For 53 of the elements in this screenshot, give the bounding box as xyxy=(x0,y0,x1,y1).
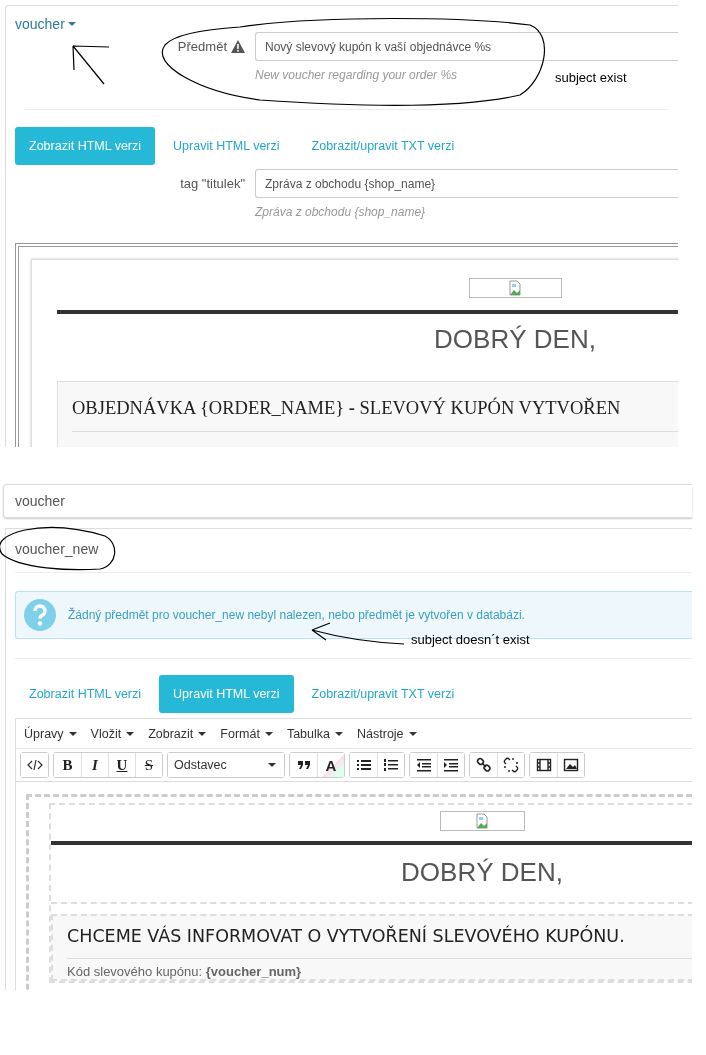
caret-icon xyxy=(67,22,76,26)
order-heading: OBJEDNÁVKA {ORDER_NAME} - SLEVOVÝ KUPÓN VYTVOŘEN xyxy=(72,398,678,432)
broken-image-icon xyxy=(474,813,490,829)
format-dropdown[interactable]: Odstavec xyxy=(168,753,284,777)
outdent-icon xyxy=(415,757,432,773)
question-icon xyxy=(24,599,56,631)
field-label: Předmět xyxy=(177,39,227,54)
menu-item[interactable]: Nástroje xyxy=(357,726,417,741)
textcolor-button[interactable]: A xyxy=(317,753,344,777)
video-icon xyxy=(535,757,552,773)
caret-icon xyxy=(68,731,77,736)
menu-item[interactable]: Zobrazit xyxy=(148,726,207,741)
menu-item[interactable]: Tabulka xyxy=(286,726,343,741)
caret-icon xyxy=(198,731,207,736)
alert-text: Žádný předmět pro voucher_new nebyl nalezen, nebo předmět je vytvořen v databázi. xyxy=(68,608,525,622)
indent-button[interactable] xyxy=(437,753,464,777)
menu-item[interactable]: Úpravy xyxy=(24,726,77,741)
annotation-arrow xyxy=(72,45,110,85)
annotation-text: subject exist xyxy=(555,70,627,85)
unlink-button[interactable] xyxy=(497,753,524,777)
bullets-icon xyxy=(355,757,372,773)
numbers-button[interactable] xyxy=(377,753,404,777)
indent-icon xyxy=(443,757,459,773)
code-icon xyxy=(26,757,43,773)
annotation-text: subject doesn´t exist xyxy=(411,632,530,647)
warning-icon xyxy=(231,40,245,53)
image-button[interactable] xyxy=(557,753,584,777)
title-field[interactable]: Zpráva z obchodu {shop_name} xyxy=(255,169,678,198)
template-item[interactable]: voucher xyxy=(3,484,692,518)
greeting-heading: DOBRÝ DEN, xyxy=(433,324,597,355)
field-label: tag "titulek" xyxy=(180,176,245,191)
greeting-heading: DOBRÝ DEN, xyxy=(51,857,692,904)
strike-button[interactable]: S xyxy=(135,753,162,777)
caret-icon xyxy=(335,731,343,736)
subject-field[interactable]: Nový slevový kupón k vaší objednávce %s xyxy=(255,32,678,61)
menu-item[interactable]: Formát xyxy=(220,726,273,741)
caret-icon xyxy=(126,731,135,736)
voucher-code-text: Kód slevového kupónu: {voucher_num} xyxy=(67,964,303,979)
field-hint: New voucher regarding your order %s xyxy=(255,68,458,82)
section-toggle[interactable]: voucher xyxy=(15,16,76,32)
caret-icon xyxy=(264,731,273,736)
field-hint: Zpráva z obchodu {shop_name} xyxy=(255,205,426,219)
template-title: voucher_new xyxy=(15,541,99,557)
link-icon xyxy=(475,757,492,773)
caret-icon xyxy=(268,763,276,767)
numbers-icon xyxy=(383,757,399,773)
info-heading: CHCEME VÁS INFORMOVAT O VYTVOŘENÍ SLEVOVÉHO KUPÓNU. xyxy=(67,926,692,959)
code-button[interactable] xyxy=(21,753,48,777)
unlink-icon xyxy=(503,757,519,773)
caret-icon xyxy=(408,731,417,736)
broken-image-icon xyxy=(507,280,523,296)
menu-item[interactable]: Vložit xyxy=(90,726,135,741)
image-icon xyxy=(563,757,579,773)
